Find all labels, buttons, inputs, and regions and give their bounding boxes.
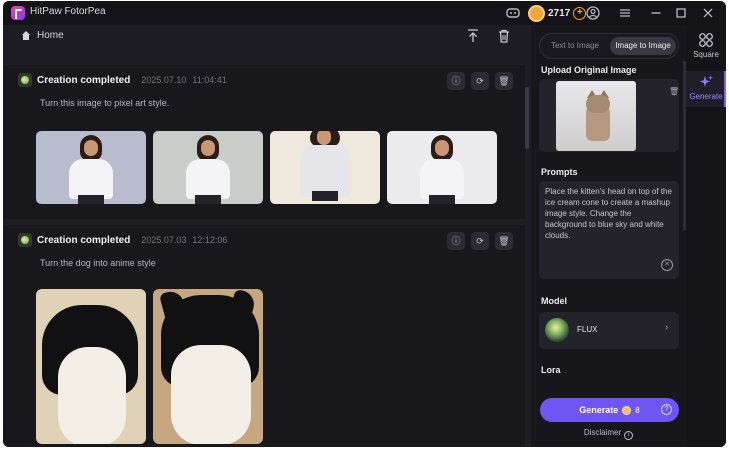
card-time: 11:04:41 <box>192 75 227 85</box>
chevron-right-icon: › <box>665 322 669 333</box>
coin-count: 2717 <box>548 7 571 19</box>
app-logo <box>11 6 25 20</box>
creation-history-panel: Home Creation completed 2025.07.10 11:04… <box>3 25 531 447</box>
rail-label: Square <box>693 50 719 59</box>
app-window: HitPaw FotorPea 2717 + Home Creation com… <box>3 1 726 447</box>
card-header: Creation completed 2025.07.10 11:04:41 <box>18 73 227 87</box>
card-date: 2025.07.03 <box>141 235 187 245</box>
remove-image-icon[interactable]: 🗑 <box>669 87 679 96</box>
creation-thumbnail-icon <box>18 73 32 87</box>
lora-label: Lora <box>541 365 561 375</box>
nav-rail: Square Generate <box>686 25 726 447</box>
prompt-value: Place the kitten's head on top of the ic… <box>545 187 672 240</box>
card-time: 12:12:06 <box>192 235 228 245</box>
model-name: FLUX <box>577 325 598 334</box>
creation-thumbnail-icon <box>18 233 32 247</box>
generate-button[interactable]: Generate 8 ? <box>540 398 679 422</box>
upload-dropzone[interactable]: 🗑 <box>539 79 679 152</box>
result-image[interactable] <box>36 289 146 444</box>
card-title: Creation completed <box>37 234 131 246</box>
coin-avatar-icon <box>528 4 545 22</box>
title-bar: HitPaw FotorPea 2717 + <box>3 1 726 25</box>
close-icon[interactable] <box>700 5 716 21</box>
disclaimer-link[interactable]: Disclaimer i <box>531 428 686 440</box>
discord-icon[interactable] <box>505 5 521 21</box>
card-prompt: Turn the dog into anime style <box>40 258 156 268</box>
regenerate-icon[interactable]: ⟳ <box>471 232 489 250</box>
generate-cost: 8 <box>635 405 640 415</box>
clear-prompt-icon[interactable]: ✕ <box>661 259 673 271</box>
grid-icon <box>698 32 714 48</box>
scroll-to-top-icon[interactable] <box>464 27 482 45</box>
maximize-icon[interactable] <box>673 5 689 21</box>
feed-scrollbar[interactable] <box>525 87 529 149</box>
info-icon: i <box>624 431 634 440</box>
rail-item-square[interactable]: Square <box>686 29 726 65</box>
home-label: Home <box>37 30 64 41</box>
main-header: Home <box>3 25 531 49</box>
disclaimer-label: Disclaimer <box>583 428 622 437</box>
home-breadcrumb[interactable]: Home <box>21 30 64 41</box>
creation-feed[interactable]: Creation completed 2025.07.10 11:04:41 ⓘ… <box>3 65 525 447</box>
card-title: Creation completed <box>37 74 131 86</box>
sparkle-icon <box>698 74 714 90</box>
card-actions: ⓘ ⟳ 🗑 <box>447 232 513 250</box>
result-image[interactable] <box>270 131 380 204</box>
creation-card: Creation completed 2025.07.03 12:12:06 ⓘ… <box>3 225 525 447</box>
rail-item-generate[interactable]: Generate <box>686 71 726 107</box>
user-icon[interactable] <box>585 5 601 21</box>
card-header: Creation completed 2025.07.03 12:12:06 <box>18 233 227 247</box>
model-selector[interactable]: FLUX › <box>539 312 679 349</box>
result-images <box>36 131 497 204</box>
card-actions: ⓘ ⟳ 🗑 <box>447 72 513 90</box>
result-image[interactable] <box>153 131 263 204</box>
delete-icon[interactable]: 🗑 <box>495 72 513 90</box>
home-icon <box>21 30 31 41</box>
help-icon[interactable]: ? <box>661 404 672 415</box>
card-date: 2025.07.10 <box>141 75 187 85</box>
delete-icon[interactable]: 🗑 <box>495 232 513 250</box>
mode-tabs: Text to Image Image to Image <box>539 33 679 59</box>
rail-label: Generate <box>689 92 723 101</box>
model-avatar <box>545 318 569 342</box>
minimize-icon[interactable] <box>648 5 664 21</box>
uploaded-image <box>556 81 636 151</box>
upload-label: Upload Original Image <box>541 65 637 75</box>
app-title: HitPaw FotorPea <box>30 6 106 17</box>
coin-icon <box>622 405 632 415</box>
generate-label: Generate <box>579 405 619 415</box>
menu-icon[interactable] <box>617 5 633 21</box>
generate-panel: Text to Image Image to Image Upload Orig… <box>531 25 686 447</box>
result-image[interactable] <box>153 289 263 444</box>
card-prompt: Turn this image to pixel art style. <box>40 98 170 108</box>
result-image[interactable] <box>387 131 497 204</box>
prompt-textarea[interactable]: Place the kitten's head on top of the ic… <box>539 181 679 279</box>
tab-image-to-image[interactable]: Image to Image <box>610 37 676 55</box>
result-image[interactable] <box>36 131 146 204</box>
tab-text-to-image[interactable]: Text to Image <box>543 37 607 55</box>
creation-card: Creation completed 2025.07.10 11:04:41 ⓘ… <box>3 65 525 219</box>
regenerate-icon[interactable]: ⟳ <box>471 72 489 90</box>
model-label: Model <box>541 296 567 306</box>
info-icon[interactable]: ⓘ <box>447 232 465 250</box>
coin-balance[interactable]: 2717 + <box>528 4 587 22</box>
prompts-label: Prompts <box>541 167 578 177</box>
info-icon[interactable]: ⓘ <box>447 72 465 90</box>
clear-history-icon[interactable] <box>495 27 513 45</box>
result-images <box>36 289 263 444</box>
